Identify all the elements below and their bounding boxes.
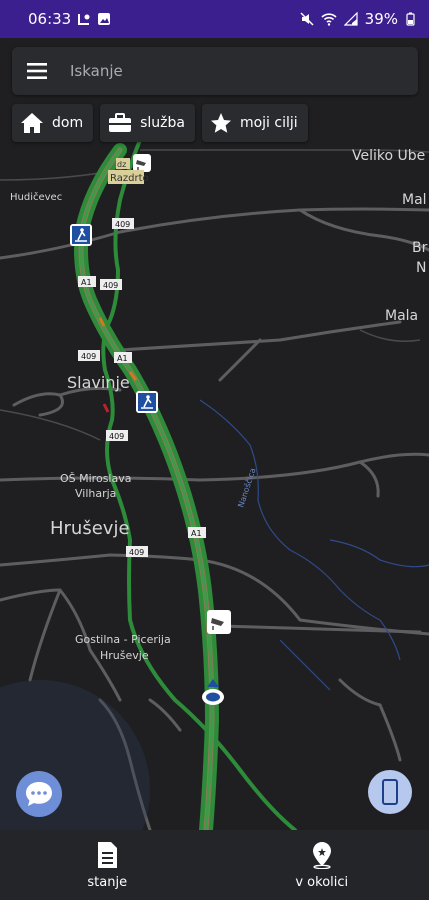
place-label-veliko-ube: Veliko Ube — [352, 148, 425, 164]
place-label-br: Br — [412, 240, 428, 256]
shortcut-work-button[interactable]: služba — [100, 104, 195, 142]
place-label-mal: Mal — [402, 192, 427, 208]
map-view[interactable]: 409 409 409 409 409 A1 A1 A1 Razdrto dz … — [0, 38, 429, 900]
chat-button[interactable] — [16, 771, 62, 817]
wifi-icon — [321, 13, 337, 26]
briefcase-icon — [109, 113, 132, 132]
hamburger-menu-icon — [27, 63, 47, 79]
place-label-gostilna-hrusevje: Hruševje — [100, 649, 149, 662]
star-icon — [210, 113, 231, 133]
nav-status-label: stanje — [87, 874, 128, 890]
location-pin-icon — [312, 841, 331, 869]
road-label-a1: A1 — [81, 278, 92, 287]
document-icon — [98, 841, 118, 868]
road-label-a1: A1 — [117, 354, 128, 363]
search-input[interactable]: Iskanje — [70, 62, 123, 80]
place-label-n: N — [416, 260, 426, 276]
notification-icon — [78, 14, 90, 25]
shortcut-favorites-label: moji cilji — [239, 115, 298, 131]
shortcut-home-button[interactable]: dom — [12, 104, 94, 142]
phone-icon — [382, 779, 398, 805]
mute-icon — [300, 12, 314, 26]
road-label-a1: A1 — [191, 529, 202, 538]
place-label-razdrto-top: dz — [117, 160, 126, 169]
road-label-409: 409 — [115, 220, 130, 229]
battery-icon — [406, 12, 415, 26]
nav-nearby-tab[interactable]: v okolici — [215, 830, 429, 900]
home-icon — [21, 113, 43, 133]
road-label-409: 409 — [103, 281, 118, 290]
place-label-vilharja: Vilharja — [75, 487, 116, 500]
road-label-409: 409 — [109, 432, 124, 441]
roadwork-icon[interactable] — [70, 224, 92, 246]
status-bar: 06:33 39% — [0, 0, 429, 38]
road-label-409: 409 — [81, 352, 96, 361]
search-bar[interactable]: Iskanje — [12, 47, 418, 95]
chat-bubble-icon — [26, 782, 52, 806]
nav-status-tab[interactable]: stanje — [0, 830, 215, 900]
place-label-hrusevje: Hruševje — [50, 518, 130, 539]
shortcut-work-label: služba — [140, 115, 185, 131]
image-icon — [98, 13, 111, 25]
road-label-409: 409 — [129, 548, 144, 557]
traffic-camera-icon[interactable] — [133, 154, 151, 172]
roadwork-icon[interactable] — [136, 391, 158, 413]
place-label-slavinje: Slavinje — [67, 373, 130, 392]
signal-icon — [343, 12, 358, 26]
nav-nearby-label: v okolici — [295, 874, 349, 890]
shortcut-home-label: dom — [52, 115, 84, 131]
menu-button[interactable] — [12, 47, 62, 95]
place-label-razdrto: Razdrto — [110, 173, 149, 184]
place-label-mala: Mala — [385, 308, 418, 324]
device-orientation-button[interactable] — [368, 770, 412, 814]
shortcut-favorites-button[interactable]: moji cilji — [201, 104, 308, 142]
place-label-os-miroslava: OŠ Miroslava — [60, 472, 131, 485]
status-time: 06:33 — [28, 10, 72, 28]
place-label-gostilna: Gostilna - Picerija — [75, 633, 171, 646]
traffic-camera-icon[interactable] — [207, 610, 231, 634]
place-label-hudicevec: Hudičevec — [10, 191, 62, 203]
shortcut-chips: dom služba moji cilji — [12, 104, 308, 142]
battery-percent: 39% — [364, 10, 398, 28]
bottom-navigation: stanje v okolici — [0, 830, 429, 900]
